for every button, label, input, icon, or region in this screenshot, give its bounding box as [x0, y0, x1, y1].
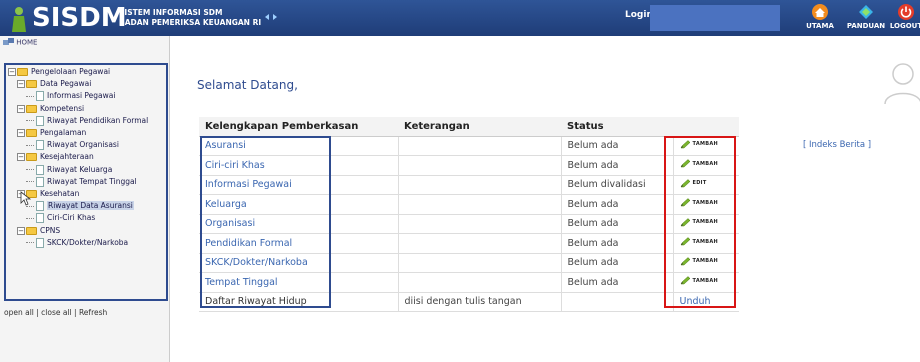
col-kelengkapan: Kelengkapan Pemberkasan [199, 117, 398, 137]
brand-subtitle: SISTEM INFORMASI SDM BADAN PEMERIKSA KEU… [119, 8, 261, 28]
status-cell: Belum ada [561, 253, 674, 273]
keterangan-cell [398, 175, 562, 195]
sidebar: HOME − Pengelolaan Pegawai − Data Pegawai In… [0, 36, 170, 362]
open-all-link[interactable]: open all [4, 308, 34, 317]
indeks-berita-link[interactable]: [ Indeks Berita ] [803, 140, 871, 150]
status-cell: Belum ada [561, 272, 674, 293]
status-cell: Belum ada [561, 155, 674, 176]
brand-subtitle-line1: SISTEM INFORMASI SDM [119, 8, 223, 17]
logo-figure-icon [12, 7, 26, 32]
keterangan-cell [398, 155, 562, 176]
brand-logo[interactable]: SISDM [32, 4, 127, 32]
home-icon [812, 4, 828, 20]
tree-controls: open all | close all | Refresh [4, 308, 107, 317]
keterangan-cell [398, 194, 562, 215]
avatar [884, 63, 920, 104]
status-cell [561, 292, 674, 312]
logout-button[interactable]: LOGOUT [886, 3, 920, 30]
keterangan-cell [398, 214, 562, 234]
panduan-label: PANDUAN [846, 22, 886, 30]
book-icon [859, 5, 873, 19]
mouse-cursor-icon [20, 191, 31, 206]
status-cell: Belum ada [561, 194, 674, 215]
tree-highlight-box [4, 63, 168, 301]
status-cell: Belum divalidasi [561, 175, 674, 195]
logout-label: LOGOUT [889, 22, 920, 30]
keterangan-cell: diisi dengan tulis tangan [398, 292, 562, 312]
status-cell: Belum ada [561, 233, 674, 254]
welcome-text: Selamat Datang, [197, 78, 298, 92]
names-highlight-box [200, 136, 331, 308]
col-status: Status [561, 117, 673, 137]
utama-button[interactable]: UTAMA [800, 3, 840, 30]
keterangan-cell [398, 136, 562, 156]
refresh-link[interactable]: Refresh [79, 308, 107, 317]
link-separator: | [71, 308, 79, 317]
collapse-arrows-icon[interactable] [265, 12, 277, 22]
col-keterangan: Keterangan [398, 117, 561, 137]
close-all-link[interactable]: close all [41, 308, 71, 317]
status-cell: Belum ada [561, 136, 674, 156]
keterangan-cell [398, 272, 562, 293]
keterangan-cell [398, 233, 562, 254]
home-tree-icon [3, 38, 14, 45]
table-header-row: Kelengkapan Pemberkasan Keterangan Statu… [199, 117, 739, 137]
actions-highlight-box [664, 136, 736, 308]
keterangan-cell [398, 253, 562, 273]
top-header: SISDM SISTEM INFORMASI SDM BADAN PEMERIK… [0, 0, 920, 36]
login-field[interactable] [650, 5, 780, 31]
home-label: HOME [16, 38, 38, 47]
power-icon [898, 4, 914, 20]
panduan-button[interactable]: PANDUAN [846, 3, 886, 30]
utama-label: UTAMA [806, 22, 834, 30]
home-link[interactable]: HOME [3, 38, 37, 47]
status-cell: Belum ada [561, 214, 674, 234]
col-action [673, 117, 739, 137]
brand-subtitle-line2: BADAN PEMERIKSA KEUANGAN RI [119, 18, 262, 27]
